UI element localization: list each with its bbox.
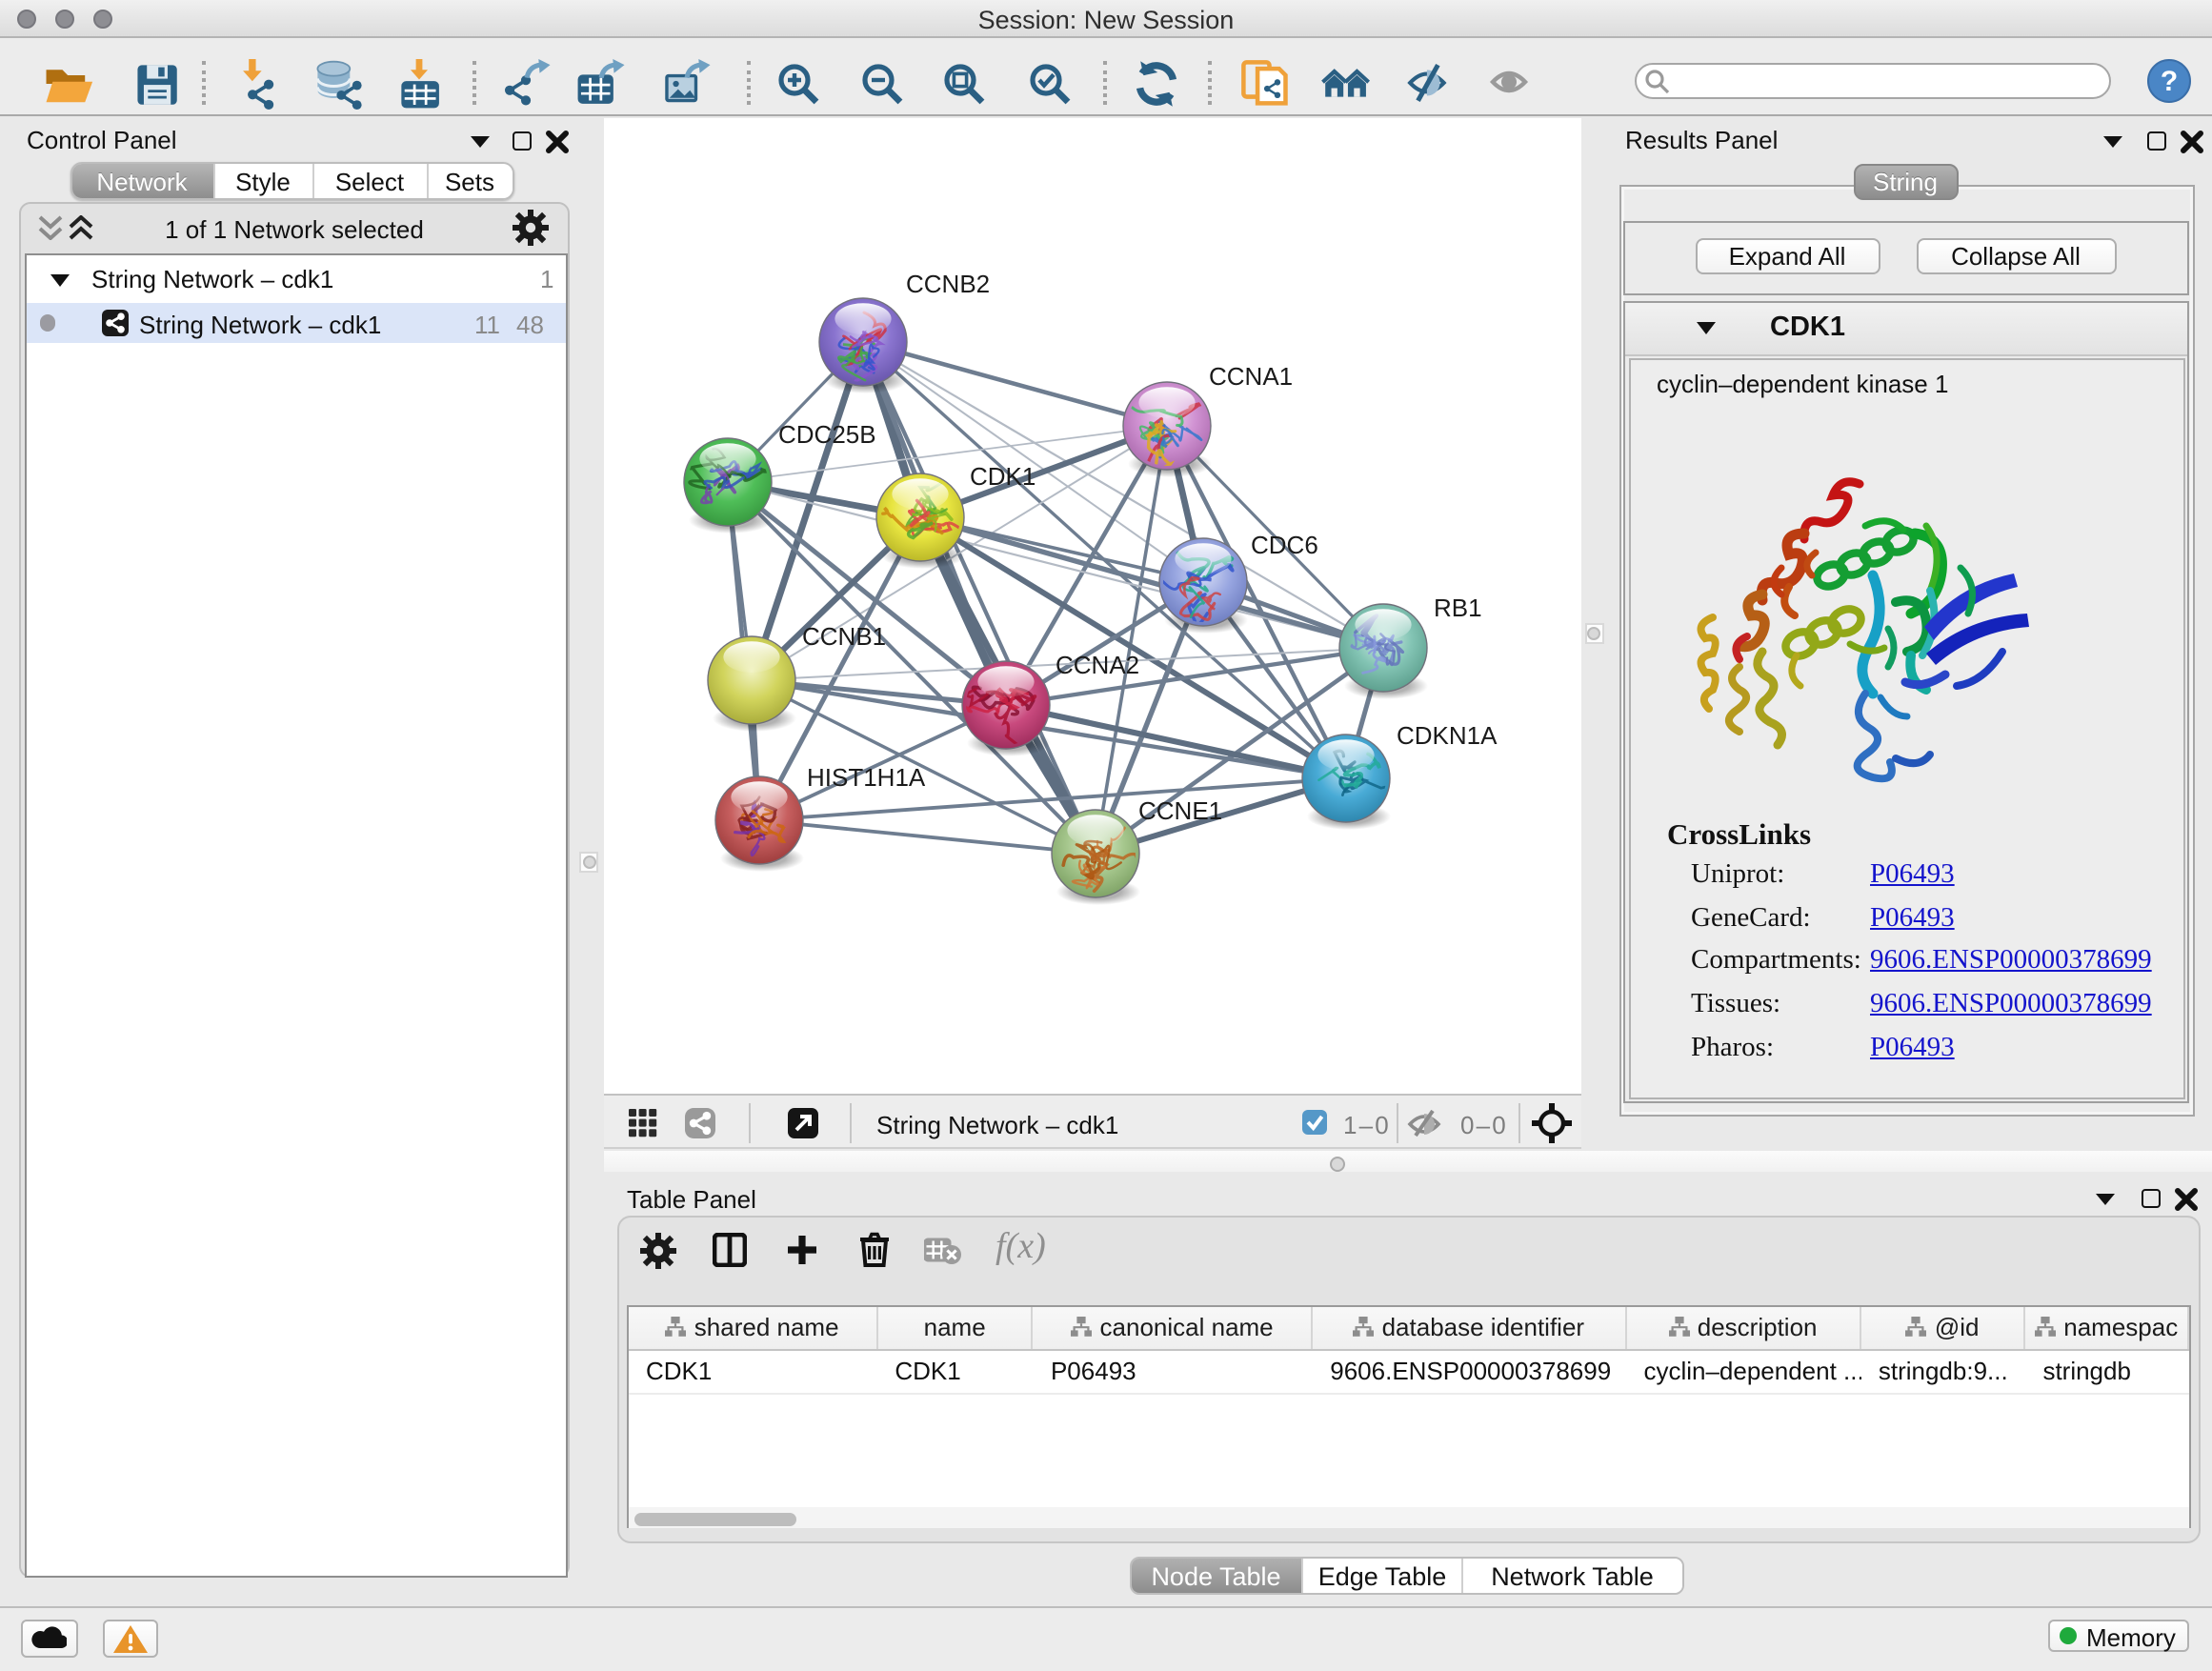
svg-text:CCNB2: CCNB2 [905, 269, 989, 297]
svg-text:CDC6: CDC6 [1250, 530, 1317, 558]
svg-text:CCNA1: CCNA1 [1208, 361, 1292, 390]
svg-text:CCNA2: CCNA2 [1055, 650, 1138, 678]
svg-text:CCNE1: CCNE1 [1137, 795, 1221, 824]
svg-text:CDC25B: CDC25B [777, 419, 875, 448]
svg-text:RB1: RB1 [1433, 593, 1481, 621]
svg-text:CCNB1: CCNB1 [801, 621, 885, 650]
svg-text:CDKN1A: CDKN1A [1396, 720, 1497, 749]
svg-text:CDK1: CDK1 [969, 461, 1035, 490]
svg-text:HIST1H1A: HIST1H1A [806, 762, 925, 791]
svg-text:?: ? [2161, 65, 2178, 96]
